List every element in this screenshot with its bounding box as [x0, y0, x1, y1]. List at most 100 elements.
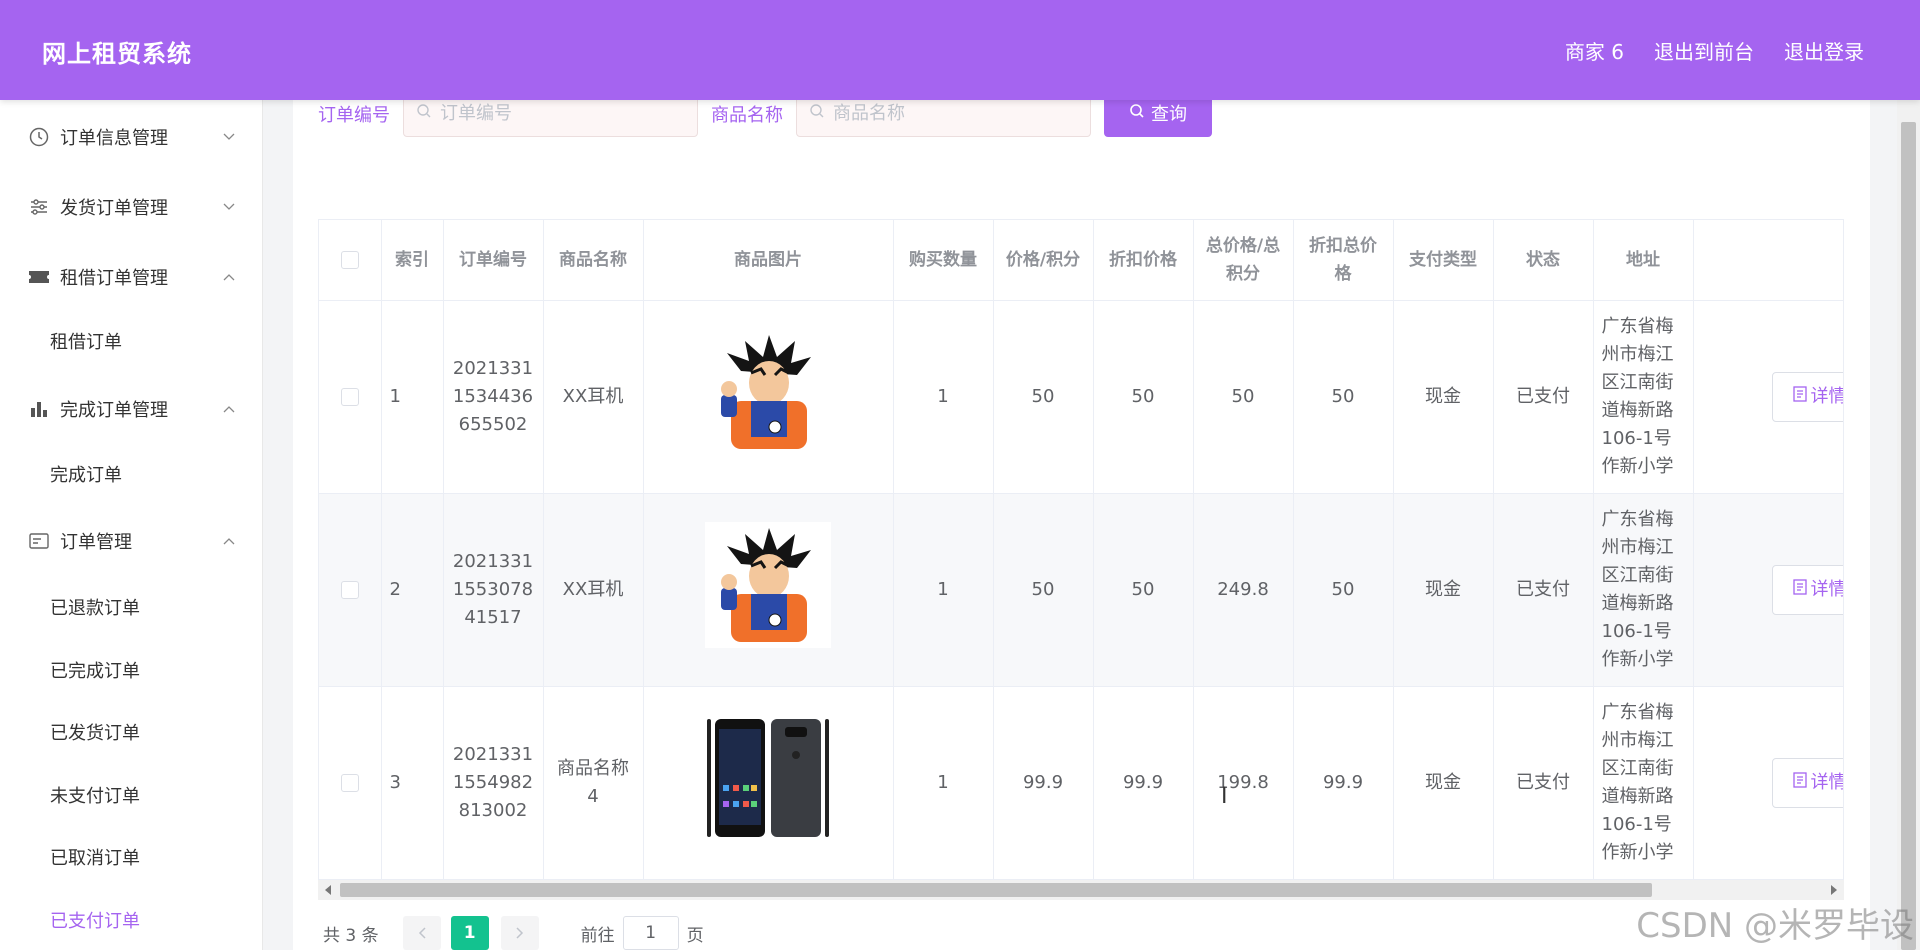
- next-page-button[interactable]: [500, 916, 539, 950]
- ticket-icon: [28, 266, 50, 288]
- discount-total-cell: 99.9: [1293, 686, 1394, 880]
- menu-label: 租借订单管理: [60, 268, 168, 289]
- phone-image: [705, 715, 831, 841]
- menu-shipping-orders[interactable]: 发货订单管理: [0, 177, 262, 237]
- logout-link[interactable]: 退出登录: [1784, 36, 1864, 65]
- scroll-right-arrow-icon[interactable]: [1831, 885, 1837, 895]
- menu-label: 完成订单管理: [60, 400, 168, 421]
- exit-to-front-link[interactable]: 退出到前台: [1654, 36, 1754, 65]
- price-cell: 50: [993, 493, 1094, 687]
- search-icon: [1129, 103, 1145, 124]
- id-card-icon: [28, 530, 50, 552]
- menu-label: 订单信息管理: [60, 128, 168, 149]
- column-header: 订单编号: [443, 220, 544, 301]
- menu-complete-orders[interactable]: 完成订单管理: [0, 379, 262, 439]
- order-no-label: 订单编号: [318, 105, 390, 126]
- clock-icon: [28, 126, 50, 148]
- column-header: 地址: [1593, 220, 1694, 301]
- menu-item-complete-order[interactable]: 完成订单: [50, 461, 122, 487]
- qty-cell: 1: [893, 493, 994, 687]
- order-no-input[interactable]: [440, 102, 680, 124]
- watermark: CSDN @米罗毕设: [1636, 906, 1914, 946]
- page-vertical-scrollbar[interactable]: [1897, 100, 1920, 950]
- discount-price-cell: 99.9: [1093, 686, 1194, 880]
- document-icon: [1792, 383, 1807, 411]
- status-cell: 已支付: [1493, 686, 1594, 880]
- status-cell: 已支付: [1493, 493, 1594, 687]
- pay-type-cell: 现金: [1393, 300, 1494, 494]
- price-cell: 99.9: [993, 686, 1094, 880]
- scrollbar-thumb[interactable]: [1901, 122, 1916, 950]
- address-cell: 广东省梅州市梅江区江南街道梅新路106-1号作新小学: [1593, 686, 1694, 880]
- order-no-cell: 20213311554982813002: [443, 686, 544, 880]
- product-name-input[interactable]: [833, 102, 1073, 124]
- status-cell: 已支付: [1493, 300, 1594, 494]
- scroll-left-arrow-icon[interactable]: [325, 885, 331, 895]
- chevron-left-icon: [418, 927, 426, 939]
- pay-type-cell: 现金: [1393, 493, 1494, 687]
- menu-item-completed[interactable]: 已完成订单: [50, 657, 140, 683]
- column-header: 支付类型: [1393, 220, 1494, 301]
- page-number-button[interactable]: 1: [450, 916, 489, 950]
- sidebar: 订单信息管理 发货订单管理 租借订单管理 租借订单 完成订单管理 完成订单 订单…: [0, 100, 263, 950]
- select-all-cell: [319, 220, 382, 301]
- menu-rent-orders[interactable]: 租借订单管理: [0, 247, 262, 307]
- detail-button-label: 详情: [1810, 385, 1844, 407]
- chevron-up-icon: [222, 402, 236, 416]
- order-no-cell: 2021331155307841517: [443, 493, 544, 687]
- menu-item-refunded[interactable]: 已退款订单: [50, 594, 140, 620]
- sliders-icon: [28, 196, 50, 218]
- scrollbar-thumb[interactable]: [340, 883, 1652, 897]
- column-header: 商品名称: [543, 220, 644, 301]
- product-name-label: 商品名称: [711, 105, 783, 126]
- select-all-checkbox[interactable]: [340, 250, 359, 269]
- app-title: 网上租贸系统: [42, 40, 192, 68]
- row-checkbox[interactable]: [340, 773, 359, 792]
- column-header: 总价格/总积分: [1193, 220, 1294, 301]
- detail-button[interactable]: 详情: [1771, 757, 1844, 808]
- chevron-down-icon: [222, 200, 236, 214]
- goto-prefix: 前往: [580, 925, 615, 946]
- row-checkbox[interactable]: [340, 580, 359, 599]
- menu-order-info[interactable]: 订单信息管理: [0, 107, 262, 167]
- chevron-down-icon: [222, 130, 236, 144]
- discount-total-cell: 50: [1293, 300, 1394, 494]
- image-cell: [643, 300, 894, 494]
- address-cell: 广东省梅州市梅江区江南街道梅新路106-1号作新小学: [1593, 300, 1694, 494]
- menu-item-paid[interactable]: 已支付订单: [50, 907, 140, 933]
- discount-total-cell: 50: [1293, 493, 1394, 687]
- total-cell: 50: [1193, 300, 1294, 494]
- total-count: 共 3 条: [323, 925, 379, 946]
- actions-header: [1693, 220, 1843, 301]
- goku-image: [705, 329, 831, 455]
- discount-price-cell: 50: [1093, 300, 1194, 494]
- menu-item-cancelled[interactable]: 已取消订单: [50, 844, 140, 870]
- column-header: 价格/积分: [993, 220, 1094, 301]
- table-horizontal-scrollbar[interactable]: [318, 880, 1844, 900]
- detail-button[interactable]: 详情: [1771, 564, 1843, 615]
- orders-table: 索引 订单编号 商品名称 商品图片 购买数量 价格/积分 折扣价格 总价格/总积…: [318, 219, 1844, 883]
- goto-page-input[interactable]: 1: [622, 916, 679, 950]
- total-cell: 199.8: [1193, 686, 1294, 880]
- order-no-cell: 20213311534436655502: [443, 300, 544, 494]
- merchant-link[interactable]: 商家 6: [1565, 36, 1624, 65]
- column-header: 商品图片: [643, 220, 894, 301]
- row-checkbox[interactable]: [340, 387, 359, 406]
- table-row: 1 20213311534436655502 XX耳机 1 50 50 50 5…: [319, 300, 1844, 494]
- pay-type-cell: 现金: [1393, 686, 1494, 880]
- prev-page-button[interactable]: [402, 916, 441, 950]
- menu-item-unpaid[interactable]: 未支付订单: [50, 782, 140, 808]
- goto-suffix: 页: [686, 925, 704, 946]
- goku-image: [705, 522, 831, 648]
- menu-order-management[interactable]: 订单管理: [0, 511, 262, 571]
- menu-label: 发货订单管理: [60, 198, 168, 219]
- detail-button[interactable]: 详情: [1771, 371, 1844, 422]
- query-button-label: 查询: [1151, 104, 1187, 125]
- header-nav: 商家 6 退出到前台 退出登录: [1565, 36, 1864, 65]
- chevron-right-icon: [516, 927, 523, 939]
- menu-item-shipped[interactable]: 已发货订单: [50, 719, 140, 745]
- detail-button-label: 详情: [1810, 771, 1844, 793]
- chevron-up-icon: [222, 270, 236, 284]
- pagination: 共 3 条 1 前往 1 页: [323, 916, 704, 950]
- menu-item-rent-order[interactable]: 租借订单: [50, 328, 122, 354]
